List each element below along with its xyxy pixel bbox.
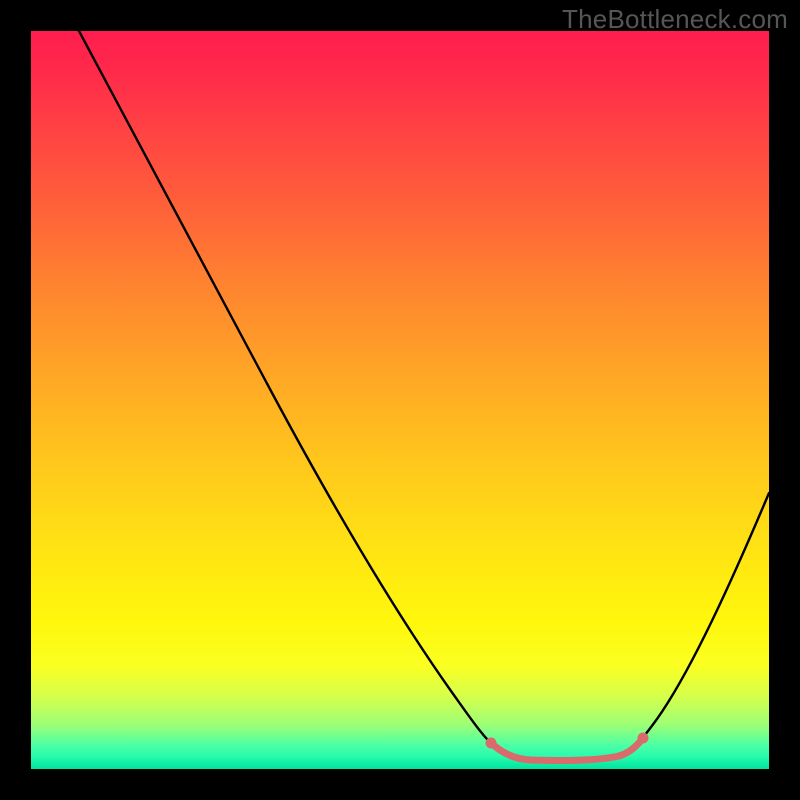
trough-dot-right	[638, 733, 649, 744]
trough-highlight	[491, 738, 643, 761]
watermark-text: TheBottleneck.com	[562, 4, 788, 35]
plot-area	[31, 31, 769, 769]
trough-dot-left	[486, 738, 497, 749]
bottleneck-curve	[79, 31, 769, 760]
chart-frame: TheBottleneck.com	[0, 0, 800, 800]
curve-layer	[31, 31, 769, 769]
